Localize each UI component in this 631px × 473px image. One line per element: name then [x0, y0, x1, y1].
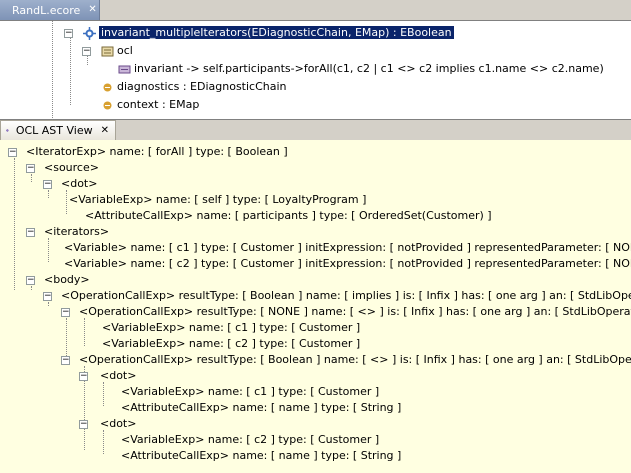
collapse-toggle[interactable]: −: [43, 180, 52, 189]
operation-icon: [83, 26, 96, 40]
ast-node[interactable]: <VariableExp> name: [ self ] type: [ Loy…: [69, 192, 366, 208]
collapse-toggle[interactable]: −: [61, 308, 70, 317]
close-icon[interactable]: ✕: [101, 125, 109, 136]
ast-node-label: <AttributeCallExp> name: [ participants …: [85, 209, 492, 222]
tree-guide-line: [48, 302, 49, 306]
ast-node-label: <OperationCallExp> resultType: [ Boolean…: [61, 289, 631, 302]
tree-guide-line: [52, 21, 53, 119]
tree-guide-line: [31, 286, 32, 290]
tree-item-label: invariant -> self.participants->forAll(c…: [134, 62, 604, 75]
collapse-toggle[interactable]: −: [8, 148, 17, 157]
view-tab-ocl-ast[interactable]: OCL AST View ✕: [0, 120, 116, 140]
collapse-toggle[interactable]: −: [61, 356, 70, 365]
ast-node-label: <VariableExp> name: [ c1 ] type: [ Custo…: [102, 321, 361, 334]
tree-guide-line: [66, 190, 67, 214]
collapse-toggle[interactable]: −: [82, 47, 91, 56]
ast-node[interactable]: <Variable> name: [ c2 ] type: [ Customer…: [64, 256, 631, 272]
ast-node-label: <VariableExp> name: [ c2 ] type: [ Custo…: [102, 337, 361, 350]
ast-node-label: <Variable> name: [ c2 ] type: [ Customer…: [64, 257, 631, 270]
editor-tab-label: RandL.ecore: [12, 3, 81, 17]
tree-item-label: context : EMap: [117, 98, 200, 111]
tree-guide-line: [103, 382, 104, 406]
tree-guide-line: [14, 158, 15, 290]
collapse-toggle[interactable]: −: [26, 228, 35, 237]
ast-node[interactable]: <VariableExp> name: [ c2 ] type: [ Custo…: [102, 336, 360, 352]
editor-tab-bar: RandL.ecore ✕: [0, 0, 631, 20]
ast-node[interactable]: <AttributeCallExp> name: [ participants …: [85, 208, 492, 224]
tree-item-label: invariant_multipleIterators(EDiagnosticC…: [99, 26, 454, 39]
entry-icon: [118, 65, 131, 73]
collapse-toggle[interactable]: −: [79, 372, 88, 381]
ast-node-label: <source>: [44, 161, 99, 174]
annotation-icon: [101, 46, 114, 56]
ast-node-label: <OperationCallExp> resultType: [ NONE ] …: [79, 305, 631, 318]
tree-item-label: diagnostics : EDiagnosticChain: [117, 80, 287, 93]
ast-node-label: <VariableExp> name: [ c2 ] type: [ Custo…: [121, 433, 380, 446]
ocl-ast-view: − <IteratorExp> name: [ forAll ] type: […: [0, 140, 631, 473]
tree-guide-line: [70, 33, 71, 105]
tree-guide-line: [31, 174, 32, 182]
view-tab-bar: OCL AST View ✕: [0, 120, 631, 140]
ast-node-label: <dot>: [100, 369, 137, 382]
ast-node-label: <iterators>: [44, 225, 110, 238]
ast-node-label: <IteratorExp> name: [ forAll ] type: [ B…: [26, 145, 288, 158]
ast-node[interactable]: <VariableExp> name: [ c2 ] type: [ Custo…: [121, 432, 379, 448]
collapse-toggle[interactable]: −: [64, 29, 73, 38]
tree-item-diagnostics[interactable]: diagnostics : EDiagnosticChain: [101, 79, 287, 95]
ast-node-label: <OperationCallExp> resultType: [ Boolean…: [79, 353, 631, 366]
tree-item-invariant-entry[interactable]: invariant -> self.participants->forAll(c…: [118, 61, 604, 77]
ast-node[interactable]: <AttributeCallExp> name: [ name ] type: …: [121, 400, 401, 416]
editor-tab-randl[interactable]: RandL.ecore ✕: [0, 0, 100, 20]
ast-node-label: <dot>: [100, 417, 137, 430]
view-tab-label: OCL AST View: [15, 124, 93, 137]
collapse-toggle[interactable]: −: [79, 420, 88, 429]
tree-item-context[interactable]: context : EMap: [101, 97, 199, 113]
collapse-toggle[interactable]: −: [26, 164, 35, 173]
tree-guide-line: [84, 318, 85, 346]
ast-node-label: <Variable> name: [ c1 ] type: [ Customer…: [64, 241, 631, 254]
collapse-toggle[interactable]: −: [26, 276, 35, 285]
ast-node-label: <VariableExp> name: [ self ] type: [ Loy…: [69, 193, 367, 206]
parameter-icon: [103, 101, 112, 109]
ast-node[interactable]: <VariableExp> name: [ c1 ] type: [ Custo…: [121, 384, 379, 400]
ast-node-label: <VariableExp> name: [ c1 ] type: [ Custo…: [121, 385, 380, 398]
tree-guide-line: [48, 190, 49, 198]
close-icon[interactable]: ✕: [88, 5, 96, 15]
tree-item-label: ocl: [117, 44, 133, 57]
ast-node[interactable]: <Variable> name: [ c1 ] type: [ Customer…: [64, 240, 631, 256]
ecore-editor: − invariant_multipleIterators(EDiagnosti…: [0, 20, 631, 119]
collapse-toggle[interactable]: −: [43, 292, 52, 301]
ast-node[interactable]: <AttributeCallExp> name: [ name ] type: …: [121, 448, 401, 464]
ast-node-label: <AttributeCallExp> name: [ name ] type: …: [121, 401, 402, 414]
ocl-view-icon: [6, 129, 9, 132]
tree-guide-line: [48, 238, 49, 262]
ast-node-label: <body>: [44, 273, 90, 286]
tree-guide-line: [103, 430, 104, 454]
ast-node-label: <AttributeCallExp> name: [ name ] type: …: [121, 449, 402, 462]
ast-node-label: <dot>: [61, 177, 98, 190]
parameter-icon: [103, 83, 112, 91]
ast-node[interactable]: <VariableExp> name: [ c1 ] type: [ Custo…: [102, 320, 360, 336]
